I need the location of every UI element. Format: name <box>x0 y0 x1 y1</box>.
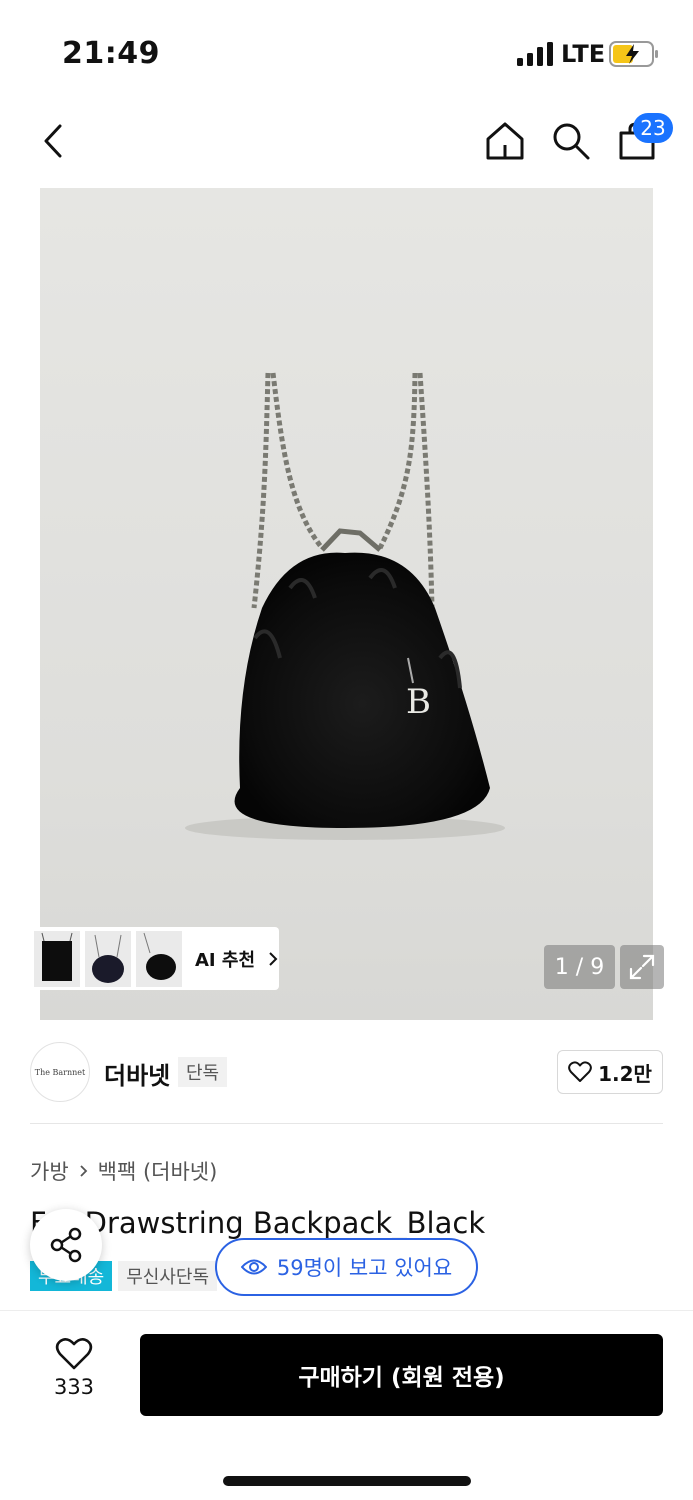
buy-button[interactable]: 구매하기 (회원 전용) <box>140 1334 663 1416</box>
share-icon <box>50 1227 82 1263</box>
battery-charging-icon <box>609 41 658 67</box>
wishlist-button[interactable]: 333 <box>40 1337 108 1417</box>
nav-bar <box>0 100 693 185</box>
svg-text:B: B <box>406 682 431 722</box>
expand-icon <box>629 954 655 980</box>
divider <box>30 1123 663 1124</box>
network-type: LTE <box>561 40 606 68</box>
recommend-thumbnail[interactable] <box>34 930 80 987</box>
wishlist-count: 333 <box>53 1375 95 1399</box>
chevron-right-icon <box>269 951 278 966</box>
fur-backpack-illustration: B <box>185 372 505 840</box>
recommend-thumbnail[interactable] <box>136 930 182 987</box>
recommend-thumbnail[interactable] <box>85 930 131 987</box>
search-button[interactable] <box>546 116 596 166</box>
brand-logo[interactable]: The Barnnet <box>30 1042 90 1102</box>
home-indicator <box>223 1476 471 1486</box>
breadcrumb-category[interactable]: 가방 <box>30 1156 69 1186</box>
brand-like-button[interactable]: 1.2만 <box>557 1050 663 1094</box>
breadcrumb-subcategory[interactable]: 백팩 (더바넷) <box>98 1156 218 1186</box>
musinsa-exclusive-tag: 무신사단독 <box>118 1261 218 1291</box>
status-time: 21:49 <box>62 36 160 71</box>
viewers-text: 59명이 보고 있어요 <box>276 1256 453 1280</box>
share-button[interactable] <box>30 1209 102 1281</box>
viewers-indicator: 59명이 보고 있어요 <box>215 1238 478 1296</box>
eye-icon <box>240 1259 267 1275</box>
ai-recommend-card[interactable]: AI 추천 <box>30 927 279 990</box>
brand-row: The Barnnet 더바넷 단독 1.2만 <box>0 1020 693 1124</box>
image-counter: 1 / 9 <box>544 945 615 989</box>
search-icon <box>553 123 590 160</box>
status-bar: 21:49 LTE <box>0 0 693 100</box>
signal-bars-icon <box>517 42 553 66</box>
chevron-left-icon <box>44 124 62 158</box>
product-image[interactable]: B <box>40 188 653 1020</box>
breadcrumb: 가방 백팩 (더바넷) <box>30 1156 217 1186</box>
back-button[interactable] <box>30 118 76 164</box>
home-button[interactable] <box>480 116 530 166</box>
brand-like-count: 1.2만 <box>598 1061 652 1086</box>
heart-icon <box>55 1338 93 1370</box>
ai-recommend-label: AI 추천 <box>195 949 256 971</box>
heart-icon <box>568 1061 592 1082</box>
bottom-bar: 333 구매하기 (회원 전용) <box>0 1310 693 1500</box>
exclusive-tag: 단독 <box>178 1057 228 1087</box>
home-icon <box>486 122 524 160</box>
chevron-right-icon <box>80 1165 87 1177</box>
cart-count-badge: 23 <box>633 113 673 143</box>
brand-name[interactable]: 더바넷 <box>104 1056 170 1091</box>
expand-button[interactable] <box>620 945 664 989</box>
